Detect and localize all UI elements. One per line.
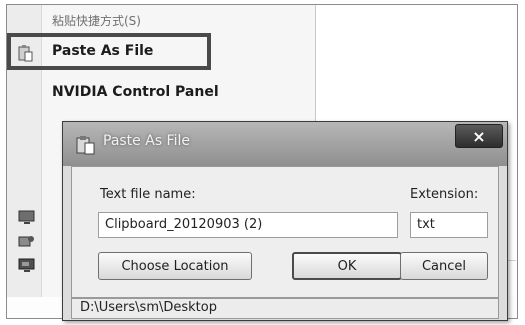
display-settings-icon: [18, 234, 36, 250]
path-status-bar: D:\Users\sm\Desktop: [71, 298, 499, 319]
monitor-icon: [18, 210, 36, 226]
text-file-name-label: Text file name:: [100, 187, 196, 202]
personalize-icon: [18, 258, 36, 274]
extension-label: Extension:: [410, 187, 479, 202]
dialog-titlebar[interactable]: Paste As File ×: [63, 122, 507, 166]
ok-button[interactable]: OK: [292, 252, 402, 280]
choose-location-button[interactable]: Choose Location: [98, 252, 252, 280]
extension-input[interactable]: txt: [410, 212, 488, 238]
paste-file-icon: [75, 134, 97, 156]
close-button[interactable]: ×: [455, 124, 503, 148]
menu-item-paste-shortcut[interactable]: 粘贴快捷方式(S): [52, 12, 141, 29]
highlight-box: [7, 33, 211, 70]
dialog-title: Paste As File: [103, 133, 190, 149]
paste-as-file-dialog: Paste As File × Text file name: Extensio…: [62, 121, 508, 321]
dialog-body: Text file name: Extension: Clipboard_201…: [71, 166, 499, 298]
menu-item-nvidia-control-panel[interactable]: NVIDIA Control Panel: [52, 84, 219, 100]
cancel-button[interactable]: Cancel: [400, 252, 488, 280]
file-name-input[interactable]: Clipboard_20120903 (2): [98, 212, 398, 238]
